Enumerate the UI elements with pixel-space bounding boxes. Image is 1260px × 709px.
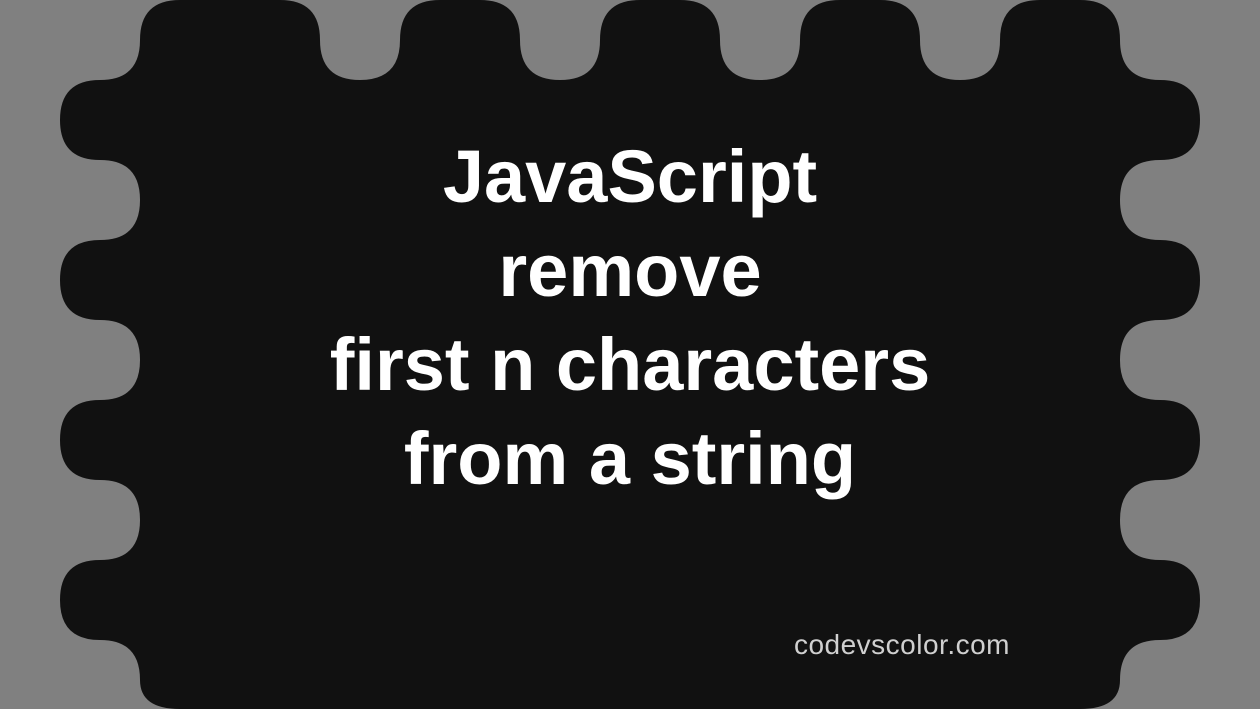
title-text: JavaScript remove first n characters fro… [0,130,1260,506]
title-line-1: JavaScript [0,130,1260,224]
watermark-text: codevscolor.com [794,629,1010,661]
title-line-3: first n characters [0,318,1260,412]
title-line-2: remove [0,224,1260,318]
title-line-4: from a string [0,412,1260,506]
